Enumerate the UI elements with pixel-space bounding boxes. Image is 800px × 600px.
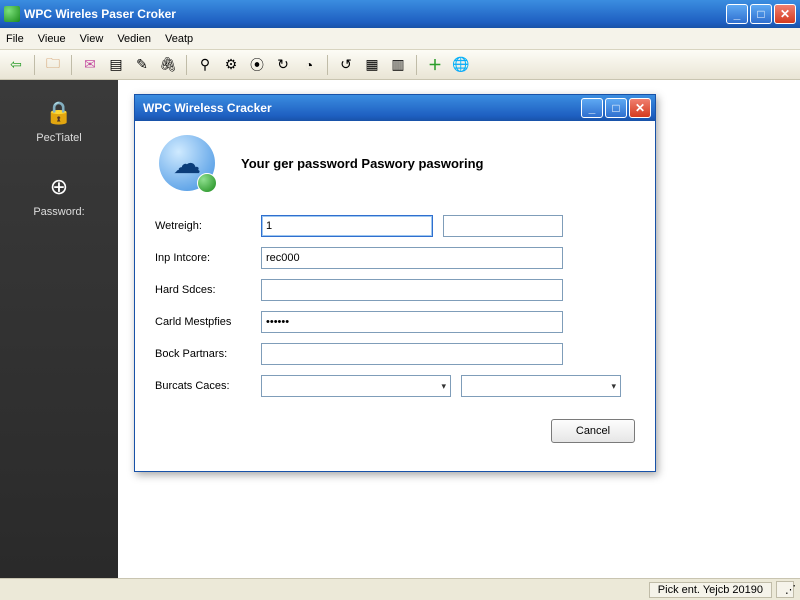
toolbar-separator [186, 55, 187, 75]
cancel-button[interactable]: Cancel [551, 419, 635, 443]
toolbar-separator [34, 55, 35, 75]
sidebar: 🔒 PecTiatel ⊕ Password: [0, 80, 118, 578]
sidebar-item-password[interactable]: ⊕ Password: [33, 174, 84, 218]
dialog-footer: Cancel [155, 419, 635, 443]
form-row-hard: Hard Sdces: [155, 279, 635, 301]
gear-icon[interactable]: ⚙ [221, 55, 241, 75]
toolbar-separator [416, 55, 417, 75]
circle-plus-icon: ⊕ [46, 174, 72, 200]
dialog-window: WPC Wireless Cracker _ □ ✕ ☁ Your ger pa… [134, 94, 656, 472]
chevron-down-icon: ▾ [441, 381, 446, 392]
bock-label: Bock Partnars: [155, 348, 261, 360]
chevron-down-icon: ▾ [611, 381, 616, 392]
burcats-select-1[interactable]: ▾ [261, 375, 451, 397]
menu-file[interactable]: File [6, 33, 24, 45]
form-row-bock: Bock Partnars: [155, 343, 635, 365]
person-icon[interactable]: ⚲ [195, 55, 215, 75]
close-button[interactable]: ✕ [774, 4, 796, 24]
inp-label: Inp Intcore: [155, 252, 261, 264]
dialog-body: ☁ Your ger password Paswory pasworing We… [135, 121, 655, 455]
minimize-button[interactable]: _ [726, 4, 748, 24]
form-row-burcats: Burcats Caces: ▾ ▾ [155, 375, 635, 397]
cycle-icon[interactable]: ↺ [336, 55, 356, 75]
attach-icon[interactable]: 🖇 [158, 55, 178, 75]
window-title: WPC Wireles Paser Croker [24, 7, 726, 21]
dialog-minimize-button[interactable]: _ [581, 98, 603, 118]
dialog-maximize-button[interactable]: □ [605, 98, 627, 118]
main-titlebar: WPC Wireles Paser Croker _ □ ✕ [0, 0, 800, 28]
dialog-heading: Your ger password Paswory pasworing [241, 156, 484, 171]
burcats-label: Burcats Caces: [155, 380, 261, 392]
status-grip: ⋰ [776, 581, 794, 598]
lock-icon: 🔒 [46, 100, 72, 126]
sidebar-item-label: PecTiatel [36, 132, 81, 144]
carld-label: Carld Mestpfies [155, 316, 261, 328]
statusbar: Pick ent. Yejcb 20190 ⋰ [0, 578, 800, 600]
inp-input[interactable] [261, 247, 563, 269]
hard-input[interactable] [261, 279, 563, 301]
status-text: Pick ent. Yejcb 20190 [649, 582, 772, 598]
dialog-titlebar: WPC Wireless Cracker _ □ ✕ [135, 95, 655, 121]
menu-vedien[interactable]: Vedien [117, 33, 151, 45]
sidebar-item-label: Password: [33, 206, 84, 218]
form-row-wetreigh: Wetreigh: [155, 215, 635, 237]
wetreigh-label: Wetreigh: [155, 220, 261, 232]
toolbar: ⇦ 🗀 ✉ ▤ ✎ 🖇 ⚲ ⚙ ⦿ ↻ ◔ ↺ ▦ ▥ ＋ 🌐 [0, 50, 800, 80]
form-row-inp: Inp Intcore: [155, 247, 635, 269]
dialog-title: WPC Wireless Cracker [139, 101, 581, 115]
folder-icon[interactable]: 🗀 [43, 55, 63, 75]
edit-icon[interactable]: ✎ [132, 55, 152, 75]
hard-label: Hard Sdces: [155, 284, 261, 296]
wetreigh-input-2[interactable] [443, 215, 563, 237]
main-area: 🔒 PecTiatel ⊕ Password: WPC Wireless Cra… [0, 80, 800, 578]
toolbar-separator [327, 55, 328, 75]
menubar: File Vieue View Vedien Veatp [0, 28, 800, 50]
app-icon [4, 6, 20, 22]
back-icon[interactable]: ⇦ [6, 55, 26, 75]
dialog-header: ☁ Your ger password Paswory pasworing [155, 135, 635, 191]
plus-icon[interactable]: ＋ [425, 55, 445, 75]
world-icon[interactable]: 🌐 [451, 55, 471, 75]
burcats-select-2[interactable]: ▾ [461, 375, 621, 397]
menu-view[interactable]: View [80, 33, 104, 45]
dialog-logo-icon: ☁ [159, 135, 215, 191]
refresh-icon[interactable]: ↻ [273, 55, 293, 75]
window-buttons: _ □ ✕ [726, 4, 796, 24]
target-icon[interactable]: ⦿ [247, 55, 267, 75]
grid1-icon[interactable]: ▦ [362, 55, 382, 75]
menu-veatp[interactable]: Veatp [165, 33, 193, 45]
carld-input[interactable] [261, 311, 563, 333]
maximize-button[interactable]: □ [750, 4, 772, 24]
menu-vieue[interactable]: Vieue [38, 33, 66, 45]
content-canvas: WPC Wireless Cracker _ □ ✕ ☁ Your ger pa… [118, 80, 800, 578]
wetreigh-input[interactable] [261, 215, 433, 237]
clock-icon[interactable]: ◔ [299, 55, 319, 75]
save-icon[interactable]: ▤ [106, 55, 126, 75]
dialog-window-buttons: _ □ ✕ [581, 98, 651, 118]
form-row-carld: Carld Mestpfies [155, 311, 635, 333]
sidebar-item-pectatel[interactable]: 🔒 PecTiatel [36, 100, 81, 144]
bock-input[interactable] [261, 343, 563, 365]
toolbar-separator [71, 55, 72, 75]
dialog-close-button[interactable]: ✕ [629, 98, 651, 118]
grid2-icon[interactable]: ▥ [388, 55, 408, 75]
mail-icon[interactable]: ✉ [80, 55, 100, 75]
